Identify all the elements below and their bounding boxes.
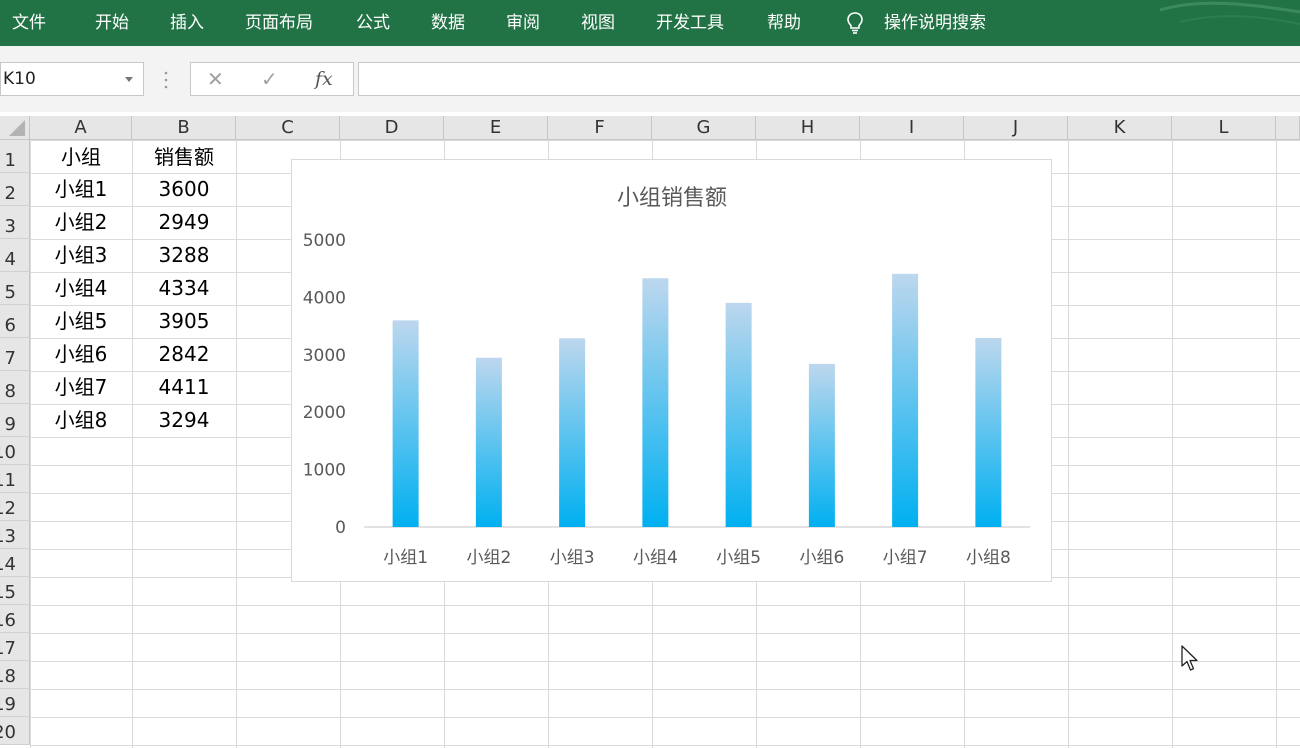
column-header-f[interactable]: F bbox=[548, 116, 652, 140]
cell-A9[interactable]: 小组8 bbox=[30, 404, 132, 437]
row-header-19[interactable]: 19 bbox=[0, 689, 30, 717]
row-number: 5 bbox=[4, 282, 16, 303]
column-header-k[interactable]: K bbox=[1068, 116, 1172, 140]
column-header-d[interactable]: D bbox=[340, 116, 444, 140]
column-header-a[interactable]: A bbox=[30, 116, 132, 140]
row-header-16[interactable]: 16 bbox=[0, 605, 30, 633]
row-number: 18 bbox=[0, 666, 16, 687]
chart-title: 小组销售额 bbox=[617, 186, 727, 211]
y-tick-label: 1000 bbox=[303, 461, 346, 481]
y-tick-label: 5000 bbox=[303, 231, 346, 251]
row-header-13[interactable]: 13 bbox=[0, 521, 30, 549]
row-header-3[interactable]: 3 bbox=[0, 206, 30, 239]
cell-A4[interactable]: 小组3 bbox=[30, 239, 132, 272]
x-tick-label: 小组4 bbox=[633, 548, 678, 568]
sales-chart[interactable]: 小组销售额 0 1000 2000 3000 4000 5000 小组1 小组2 小组3 小组4… bbox=[291, 159, 1052, 582]
x-tick-label: 小组1 bbox=[383, 548, 428, 568]
column-header-j[interactable]: J bbox=[964, 116, 1068, 140]
row-header-6[interactable]: 6 bbox=[0, 305, 30, 338]
row-header-12[interactable]: 12 bbox=[0, 493, 30, 521]
row-number: 15 bbox=[0, 582, 16, 603]
cell-B6[interactable]: 3905 bbox=[132, 305, 236, 338]
bar-6[interactable] bbox=[808, 363, 835, 527]
x-tick-label: 小组7 bbox=[883, 548, 928, 568]
column-header-b[interactable]: B bbox=[132, 116, 236, 140]
row-header-5[interactable]: 5 bbox=[0, 272, 30, 305]
mouse-cursor-icon bbox=[1181, 645, 1198, 671]
bar-1[interactable] bbox=[392, 320, 419, 527]
cell-B2[interactable]: 3600 bbox=[132, 173, 236, 206]
column-header-e[interactable]: E bbox=[444, 116, 548, 140]
row-header-20[interactable]: 20 bbox=[0, 717, 30, 745]
row-header-1[interactable]: 1 bbox=[0, 140, 30, 173]
cell-A8[interactable]: 小组7 bbox=[30, 371, 132, 404]
row-number: 3 bbox=[4, 216, 16, 237]
cell-B9[interactable]: 3294 bbox=[132, 404, 236, 437]
cell-A1[interactable]: 小组 bbox=[30, 141, 132, 174]
row-header-11[interactable]: 11 bbox=[0, 465, 30, 493]
row-number: 16 bbox=[0, 610, 16, 631]
column-header-partial[interactable] bbox=[1276, 116, 1300, 140]
row-header-2[interactable]: 2 bbox=[0, 173, 30, 206]
row-number: 1 bbox=[4, 150, 16, 171]
row-header-8[interactable]: 8 bbox=[0, 371, 30, 404]
row-number: 10 bbox=[0, 442, 16, 463]
cell-B1[interactable]: 销售额 bbox=[132, 141, 236, 174]
row-header-17[interactable]: 17 bbox=[0, 633, 30, 661]
row-number: 14 bbox=[0, 554, 16, 575]
y-tick-label: 2000 bbox=[303, 403, 346, 423]
cell-A6[interactable]: 小组5 bbox=[30, 305, 132, 338]
row-number: 9 bbox=[4, 414, 16, 435]
bar-2[interactable] bbox=[475, 357, 502, 527]
select-all-button[interactable] bbox=[0, 116, 30, 140]
select-all-icon bbox=[9, 120, 25, 136]
bar-3[interactable] bbox=[559, 338, 586, 527]
x-tick-label: 小组8 bbox=[966, 548, 1011, 568]
row-number: 7 bbox=[4, 348, 16, 369]
row-number: 8 bbox=[4, 381, 16, 402]
cell-A2[interactable]: 小组1 bbox=[30, 173, 132, 206]
row-header-7[interactable]: 7 bbox=[0, 338, 30, 371]
cell-B7[interactable]: 2842 bbox=[132, 338, 236, 371]
row-number: 12 bbox=[0, 498, 16, 519]
column-header-h[interactable]: H bbox=[756, 116, 860, 140]
cell-B4[interactable]: 3288 bbox=[132, 239, 236, 272]
row-number: 11 bbox=[0, 470, 16, 491]
cell-B3[interactable]: 2949 bbox=[132, 206, 236, 239]
row-header-15[interactable]: 15 bbox=[0, 577, 30, 605]
x-tick-label: 小组2 bbox=[466, 548, 511, 568]
y-tick-label: 0 bbox=[335, 518, 346, 538]
row-number: 4 bbox=[4, 249, 16, 270]
row-header-10[interactable]: 10 bbox=[0, 437, 30, 465]
y-tick-label: 4000 bbox=[303, 288, 346, 308]
x-tick-label: 小组3 bbox=[550, 548, 595, 568]
chart-canvas: 小组销售额 0 1000 2000 3000 4000 5000 小组1 小组2 小组3 小组4… bbox=[303, 186, 1030, 568]
column-header-g[interactable]: G bbox=[652, 116, 756, 140]
row-header-14[interactable]: 14 bbox=[0, 549, 30, 577]
row-number: 17 bbox=[0, 638, 16, 659]
cell-B5[interactable]: 4334 bbox=[132, 272, 236, 305]
row-number: 2 bbox=[4, 183, 16, 204]
bar-8[interactable] bbox=[975, 337, 1002, 527]
x-tick-label: 小组5 bbox=[716, 548, 761, 568]
row-number: 13 bbox=[0, 526, 16, 547]
row-header-9[interactable]: 9 bbox=[0, 404, 30, 437]
column-header-l[interactable]: L bbox=[1172, 116, 1276, 140]
row-number: 20 bbox=[0, 722, 16, 743]
column-header-c[interactable]: C bbox=[236, 116, 340, 140]
cell-A5[interactable]: 小组4 bbox=[30, 272, 132, 305]
cell-A3[interactable]: 小组2 bbox=[30, 206, 132, 239]
cell-B8[interactable]: 4411 bbox=[132, 371, 236, 404]
x-tick-label: 小组6 bbox=[799, 548, 844, 568]
y-tick-label: 3000 bbox=[303, 346, 346, 366]
row-number: 19 bbox=[0, 694, 16, 715]
bar-7[interactable] bbox=[892, 273, 919, 527]
column-header-i[interactable]: I bbox=[860, 116, 964, 140]
bar-4[interactable] bbox=[642, 278, 669, 527]
row-number: 6 bbox=[4, 315, 16, 336]
bar-5[interactable] bbox=[725, 302, 752, 527]
cell-A7[interactable]: 小组6 bbox=[30, 338, 132, 371]
row-header-4[interactable]: 4 bbox=[0, 239, 30, 272]
row-header-18[interactable]: 18 bbox=[0, 661, 30, 689]
